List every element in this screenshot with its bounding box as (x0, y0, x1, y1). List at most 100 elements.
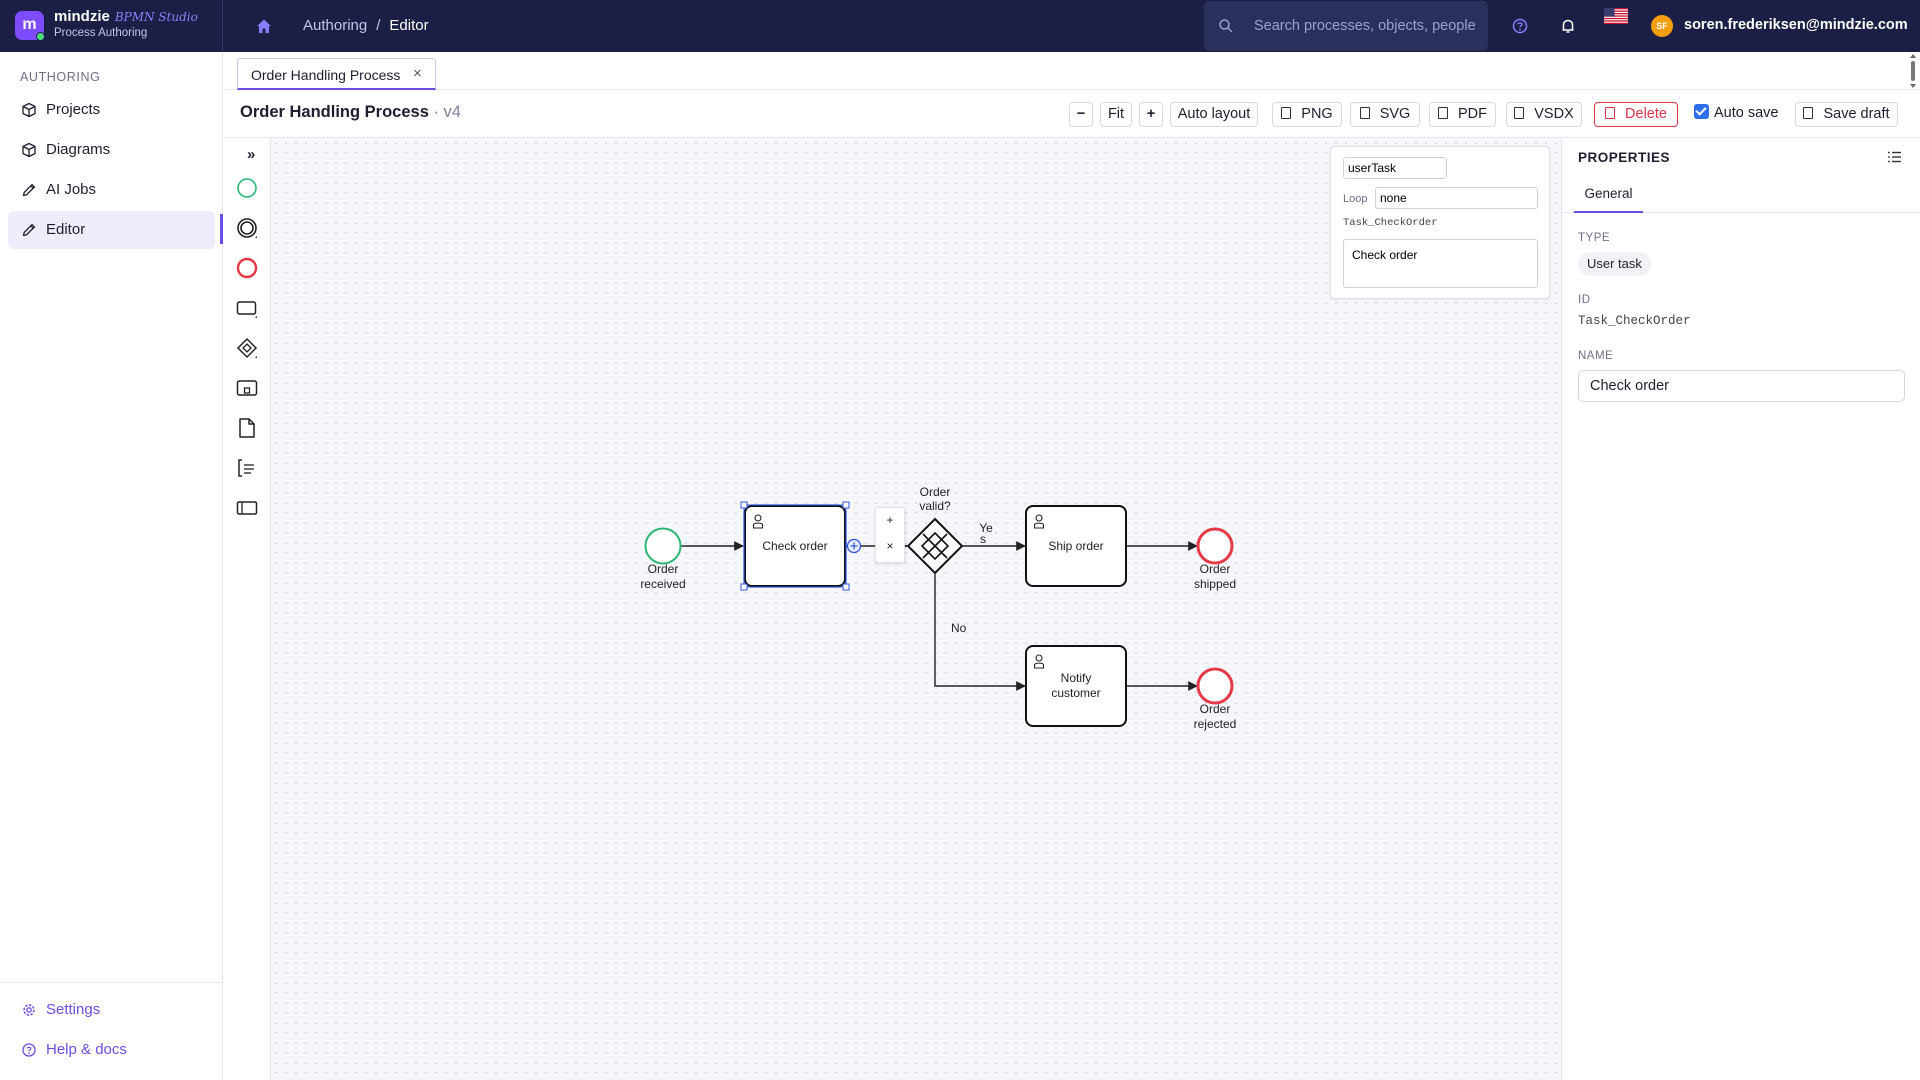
sidebar-item-settings[interactable]: Settings (8, 991, 215, 1029)
text-annotation-tool-icon[interactable] (235, 456, 259, 480)
export-vsdx-button[interactable]: VSDX (1506, 102, 1582, 127)
search-box[interactable] (1204, 1, 1488, 51)
fit-button[interactable]: Fit (1100, 102, 1132, 127)
end-shipped-label-2: shipped (1194, 577, 1236, 591)
delete-button[interactable]: Delete (1594, 102, 1678, 127)
zoom-in-button[interactable]: + (1139, 102, 1163, 127)
end-rejected-label-2: rejected (1194, 717, 1237, 731)
task-tool-icon[interactable] (235, 296, 259, 320)
search-icon (1219, 19, 1233, 33)
remove-element-button[interactable]: × (876, 539, 904, 553)
delete-label: Delete (1625, 106, 1667, 122)
brand-subtitle: Process Authoring (54, 27, 148, 39)
gateway-tool-icon[interactable] (235, 336, 259, 360)
search-input[interactable] (1254, 15, 1476, 37)
tab-general[interactable]: General (1574, 176, 1643, 213)
export-pdf-button[interactable]: PDF (1429, 102, 1496, 127)
tab-order-handling-process[interactable]: Order Handling Process × (237, 58, 436, 90)
export-svg-button[interactable]: SVG (1350, 102, 1420, 127)
close-icon[interactable]: × (413, 65, 422, 82)
brand[interactable]: m mindzie BPMN Studio Process Authoring (0, 0, 223, 52)
intermediate-event-tool-icon[interactable] (235, 216, 259, 240)
zoom-out-button[interactable]: − (1069, 102, 1093, 127)
export-vsdx-label: VSDX (1534, 106, 1574, 122)
sidebar-item-help[interactable]: Help & docs (8, 1031, 215, 1069)
element-palette: » (224, 138, 271, 1080)
resize-handle[interactable] (740, 583, 748, 591)
auto-save-label: Auto save (1714, 105, 1779, 121)
end-event-tool-icon[interactable] (235, 256, 259, 280)
start-event-tool-icon[interactable] (235, 176, 259, 200)
sidebar-item-label: Diagrams (46, 141, 111, 158)
auto-save-checkbox[interactable] (1694, 104, 1709, 119)
help-icon[interactable] (1511, 17, 1529, 35)
sidebar-item-diagrams[interactable]: Diagrams (8, 131, 215, 169)
element-type-field[interactable] (1343, 157, 1447, 179)
file-icon (1359, 107, 1370, 119)
loop-field[interactable] (1375, 187, 1538, 209)
breadcrumb-authoring[interactable]: Authoring (303, 17, 367, 34)
data-object-tool-icon[interactable] (235, 416, 259, 440)
brand-studio: BPMN Studio (114, 10, 198, 24)
document-title: Order Handling Process · v4 (240, 103, 461, 122)
document-tabs: Order Handling Process × (224, 52, 1920, 90)
save-draft-button[interactable]: Save draft (1795, 102, 1898, 127)
brand-name-text: mindzie (54, 8, 110, 25)
diagram-canvas[interactable]: Order received Check order Order valid? … (271, 138, 1561, 1080)
sidebar-item-label: Help & docs (46, 1041, 127, 1058)
us-flag-icon[interactable] (1604, 8, 1628, 24)
task-notify-label-2: customer (1051, 686, 1100, 700)
subprocess-tool-icon[interactable] (235, 376, 259, 400)
start-event-order-received[interactable] (644, 527, 682, 565)
properties-tabs: General (1562, 176, 1920, 213)
file-icon (1514, 107, 1525, 119)
scrollbar[interactable] (1910, 54, 1916, 88)
pool-tool-icon[interactable] (235, 496, 259, 520)
id-label: ID (1578, 294, 1591, 306)
save-icon (1803, 107, 1814, 119)
start-event-label-1: Order (648, 562, 679, 576)
resize-handle[interactable] (740, 501, 748, 509)
flow-gateway-to-notify[interactable] (934, 574, 1026, 691)
panel-menu-icon[interactable] (1888, 151, 1902, 163)
export-png-button[interactable]: PNG (1272, 102, 1342, 127)
gear-icon (23, 1004, 35, 1016)
export-pdf-label: PDF (1458, 106, 1487, 122)
end-shipped-label-1: Order (1200, 562, 1231, 576)
inline-element-editor: Loop Task_CheckOrder Check order (1330, 146, 1550, 299)
task-ship-order-label: Ship order (1048, 539, 1103, 553)
file-icon (1281, 107, 1292, 119)
task-notify-label-1: Notify (1061, 671, 1092, 685)
sidebar-item-label: Editor (46, 221, 86, 238)
sidebar-item-label: AI Jobs (46, 181, 97, 198)
sidebar-item-editor[interactable]: Editor (8, 211, 215, 249)
element-name-field[interactable]: Check order (1343, 239, 1538, 288)
sidebar-item-projects[interactable]: Projects (8, 91, 215, 129)
start-event-label-2: received (640, 577, 685, 591)
end-event-order-shipped[interactable] (1196, 527, 1234, 565)
sidebar-item-label: Projects (46, 101, 101, 118)
resize-handle[interactable] (842, 501, 850, 509)
flow-label-no: No (951, 621, 967, 635)
auto-save-toggle[interactable]: Auto save (1694, 104, 1779, 121)
bell-icon[interactable] (1559, 17, 1577, 35)
gateway-label-1: Order (920, 485, 951, 499)
avatar[interactable]: SF (1651, 15, 1673, 37)
home-icon[interactable] (255, 17, 273, 35)
end-rejected-label-1: Order (1200, 702, 1231, 716)
end-event-order-rejected[interactable] (1196, 667, 1234, 705)
auto-layout-button[interactable]: Auto layout (1170, 102, 1258, 127)
name-input[interactable] (1578, 370, 1905, 402)
element-id-text: Task_CheckOrder (1343, 217, 1438, 229)
properties-title: PROPERTIES (1578, 150, 1671, 165)
document-version: · v4 (428, 103, 461, 121)
sidebar-item-ai-jobs[interactable]: AI Jobs (8, 171, 215, 209)
pencil-icon (22, 223, 36, 237)
breadcrumb-separator: / (376, 17, 381, 34)
append-element-button[interactable]: + (876, 513, 904, 527)
resize-handle[interactable] (842, 583, 850, 591)
user-email[interactable]: soren.frederiksen@mindzie.com (1684, 17, 1908, 33)
name-label: NAME (1578, 350, 1614, 362)
brand-logo: m (15, 11, 45, 41)
palette-toggle[interactable]: » (247, 146, 255, 163)
